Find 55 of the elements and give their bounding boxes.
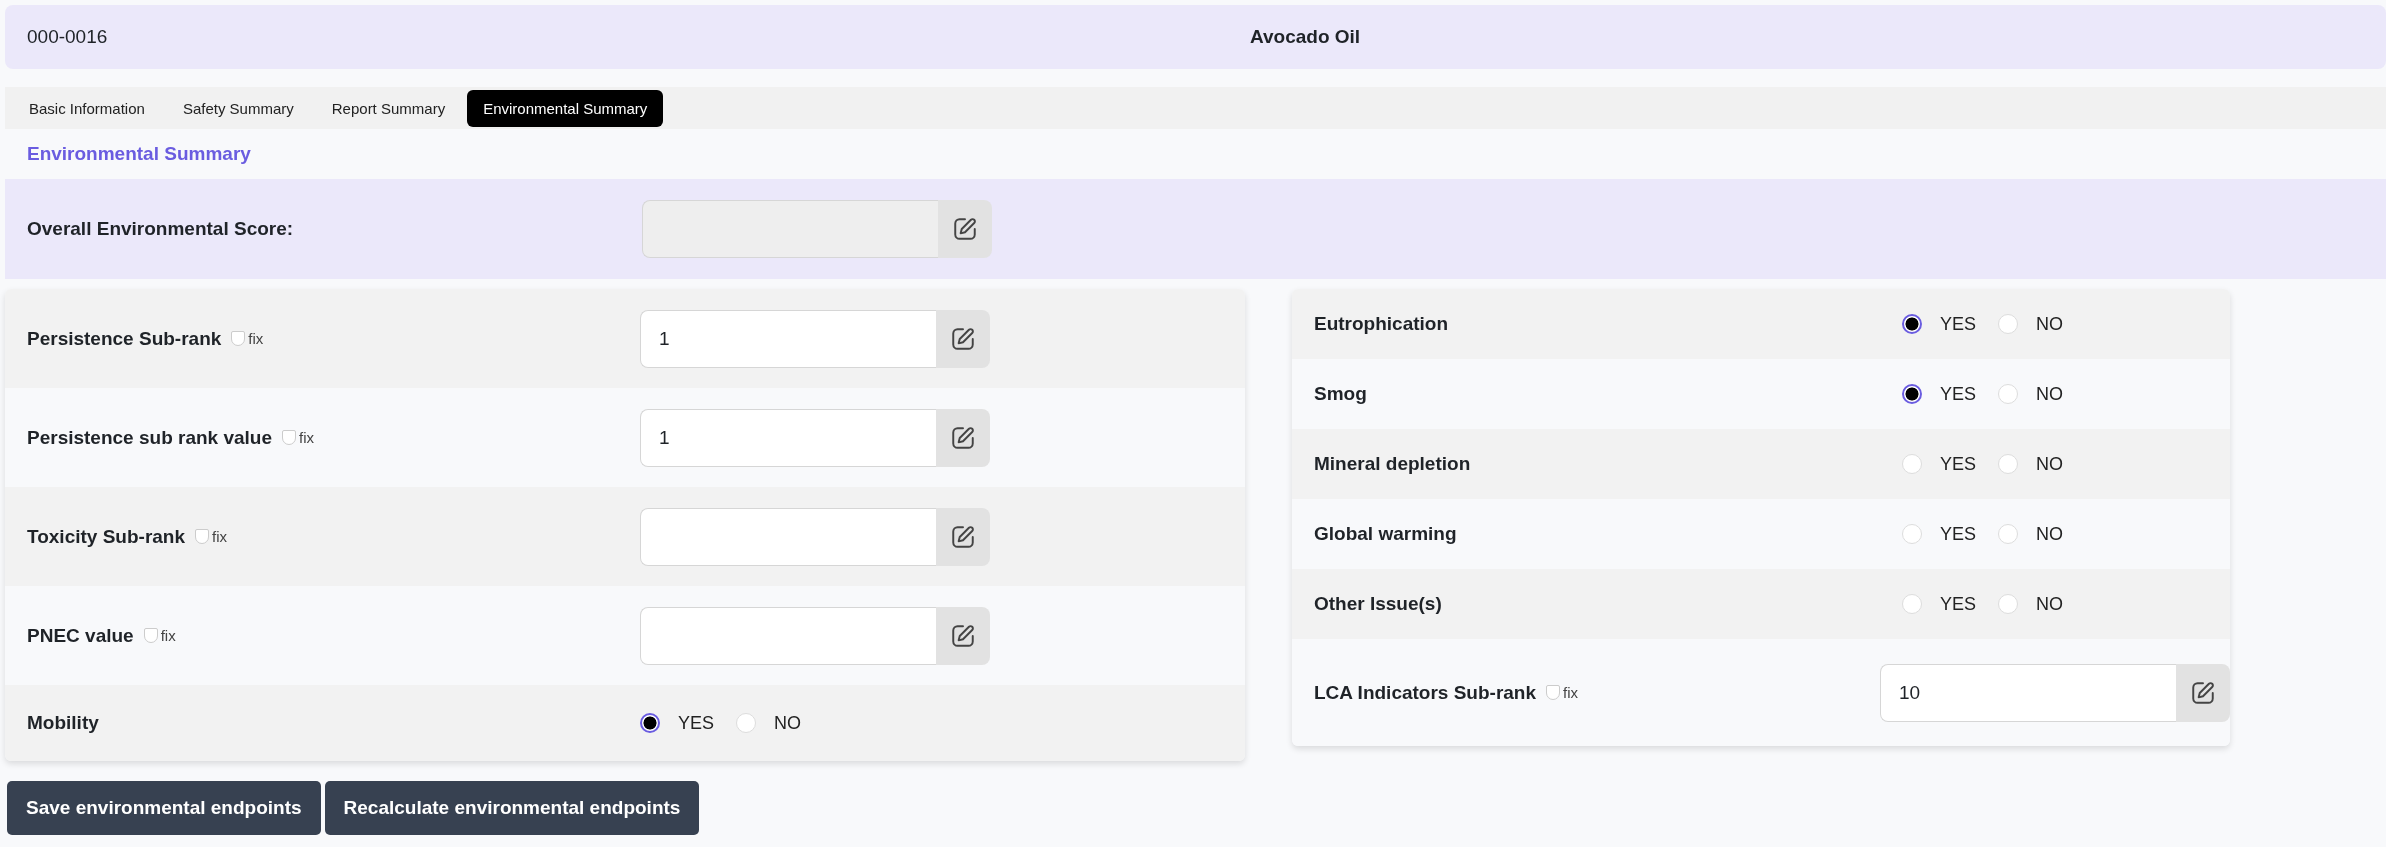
- edit-icon: [950, 325, 976, 352]
- edit-icon: [950, 622, 976, 649]
- radio-option[interactable]: YES: [1902, 313, 1977, 335]
- edit-icon: [952, 216, 978, 242]
- field-label: Persistence sub rank value: [27, 426, 272, 449]
- field-label: Mobility: [27, 712, 99, 734]
- field-label: Overall Environmental Score:: [26, 218, 295, 240]
- input-field[interactable]: 1: [640, 309, 936, 368]
- section-title: Environmental Summary: [27, 143, 251, 164]
- fix-checkbox[interactable]: fix: [282, 429, 314, 446]
- radio-option[interactable]: YES: [640, 712, 715, 734]
- edit-button[interactable]: [2176, 663, 2230, 722]
- product-name: Avocado Oil: [1250, 26, 1361, 48]
- action-button[interactable]: Recalculate environmental endpoints: [324, 781, 700, 835]
- field-label: Mineral depletion: [1314, 453, 1471, 475]
- field-label: Other Issue(s): [1314, 593, 1442, 615]
- edit-button[interactable]: [936, 507, 990, 566]
- fix-checkbox[interactable]: fix: [195, 528, 227, 545]
- field-label: Eutrophication: [1314, 313, 1449, 335]
- edit-button[interactable]: [936, 408, 990, 467]
- tab[interactable]: Basic Information: [13, 89, 161, 127]
- fix-checkbox[interactable]: fix: [231, 330, 264, 347]
- radio-option[interactable]: NO: [736, 712, 802, 734]
- input-field[interactable]: 1: [640, 408, 936, 467]
- product-code: 000-0016: [26, 26, 108, 48]
- radio-option[interactable]: NO: [1998, 313, 2064, 335]
- field-label: PNEC value: [27, 624, 134, 647]
- edit-icon: [2190, 679, 2216, 706]
- radio-option[interactable]: NO: [1998, 453, 2064, 475]
- input-field[interactable]: 10: [1880, 663, 2176, 722]
- radio-option[interactable]: YES: [1902, 453, 1977, 475]
- action-button[interactable]: Save environmental endpoints: [7, 781, 321, 835]
- field-label: Toxicity Sub-rank: [27, 525, 185, 548]
- fix-checkbox[interactable]: fix: [1546, 684, 1579, 701]
- radio-option[interactable]: YES: [1902, 523, 1977, 545]
- radio-option[interactable]: YES: [1902, 593, 1977, 615]
- edit-button[interactable]: [936, 309, 990, 368]
- edit-icon: [950, 424, 976, 451]
- tab[interactable]: Report Summary: [315, 89, 462, 127]
- edit-button[interactable]: [936, 606, 990, 665]
- field-label: LCA Indicators Sub-rank: [1314, 681, 1537, 704]
- input-field[interactable]: [640, 507, 936, 566]
- field-label: Global warming: [1314, 523, 1457, 545]
- fix-checkbox[interactable]: fix: [143, 627, 176, 644]
- tab[interactable]: Environmental Summary: [467, 89, 664, 127]
- radio-option[interactable]: YES: [1902, 383, 1977, 405]
- edit-button[interactable]: [938, 200, 992, 258]
- radio-option[interactable]: NO: [1998, 383, 2064, 405]
- field-label: Persistence Sub-rank: [27, 327, 222, 350]
- field-label: Smog: [1314, 383, 1367, 405]
- edit-icon: [950, 523, 976, 550]
- radio-option[interactable]: NO: [1998, 593, 2064, 615]
- radio-option[interactable]: NO: [1998, 523, 2064, 545]
- input-field[interactable]: [640, 606, 936, 665]
- tab[interactable]: Safety Summary: [166, 89, 310, 127]
